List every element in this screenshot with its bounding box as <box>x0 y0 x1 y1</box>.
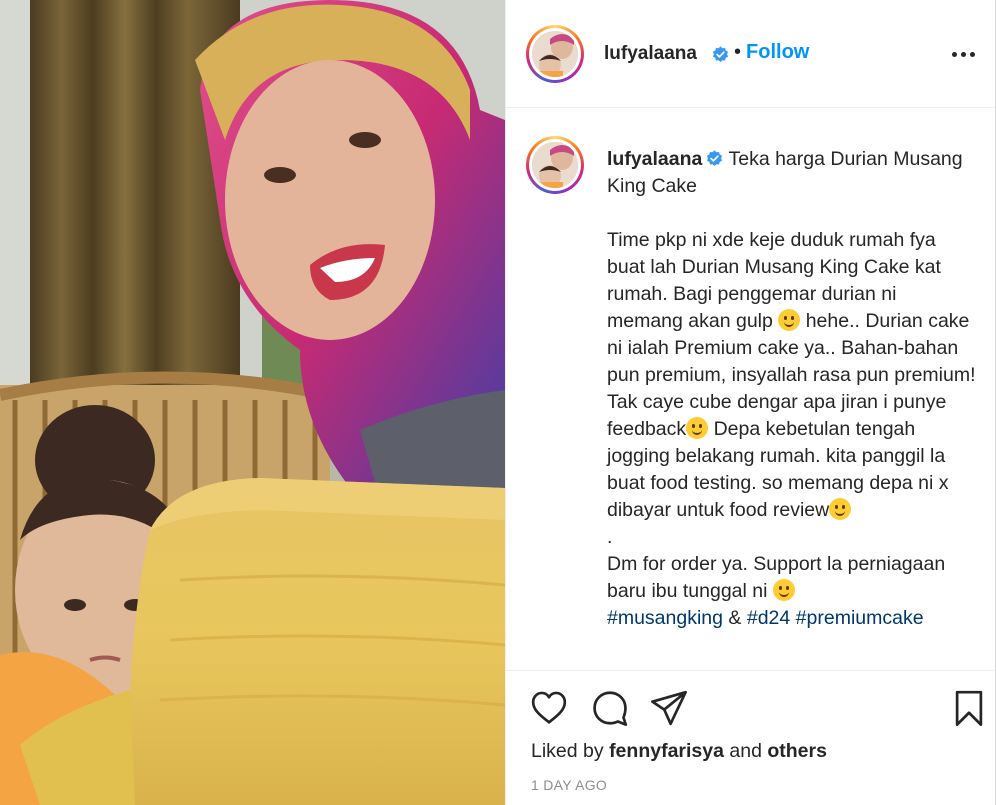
author-avatar[interactable] <box>526 25 584 83</box>
hashtag-link[interactable]: #premiumcake <box>796 607 924 629</box>
caption-body: Time pkp ni xde keje duduk rumah fya bua… <box>607 227 977 632</box>
smiling-face-emoji-icon <box>778 309 801 331</box>
caption-author-avatar[interactable] <box>526 136 584 194</box>
post-actions: Liked by fennyfarisya and others 1 DAY A… <box>506 670 995 805</box>
grinning-face-emoji-icon <box>686 417 709 439</box>
post-side-panel: lufyalaana • Follow lufyalaana Teka harg… <box>505 0 996 805</box>
post-header: lufyalaana • Follow <box>506 0 995 108</box>
verified-badge-icon <box>712 46 729 63</box>
paper-plane-icon[interactable] <box>650 689 688 727</box>
rolling-laughing-emoji-icon <box>829 498 852 520</box>
follow-separator: • <box>734 41 742 63</box>
follow-button[interactable]: Follow <box>746 41 809 63</box>
heart-icon[interactable] <box>530 689 568 727</box>
likes-summary: Liked by fennyfarisya and others <box>531 740 827 763</box>
verified-badge-icon <box>707 150 723 167</box>
likes-joiner: and <box>729 740 762 762</box>
bookmark-icon[interactable] <box>950 689 988 727</box>
comment-icon[interactable] <box>591 689 629 727</box>
liked-by-user-link[interactable]: fennyfarisya <box>609 740 724 762</box>
hashtag-link[interactable]: #musangking <box>607 607 723 629</box>
post-timestamp[interactable]: 1 DAY AGO <box>531 777 607 793</box>
caption-username[interactable]: lufyalaana <box>607 148 702 170</box>
caption-dot: . <box>607 526 613 548</box>
likes-prefix: Liked by <box>531 740 604 762</box>
more-options-icon[interactable] <box>951 44 977 64</box>
likes-others-link[interactable]: others <box>767 740 827 762</box>
sweat-smile-emoji-icon <box>772 579 795 601</box>
caption-ampersand: & <box>728 607 742 629</box>
author-username[interactable]: lufyalaana <box>604 43 697 65</box>
caption-text: lufyalaana Teka harga Durian Musang King… <box>607 146 977 632</box>
caption-area: lufyalaana Teka harga Durian Musang King… <box>506 108 995 670</box>
follow-area: • Follow <box>734 41 809 64</box>
hashtag-link[interactable]: #d24 <box>747 607 790 629</box>
post-media-image[interactable] <box>0 0 505 805</box>
